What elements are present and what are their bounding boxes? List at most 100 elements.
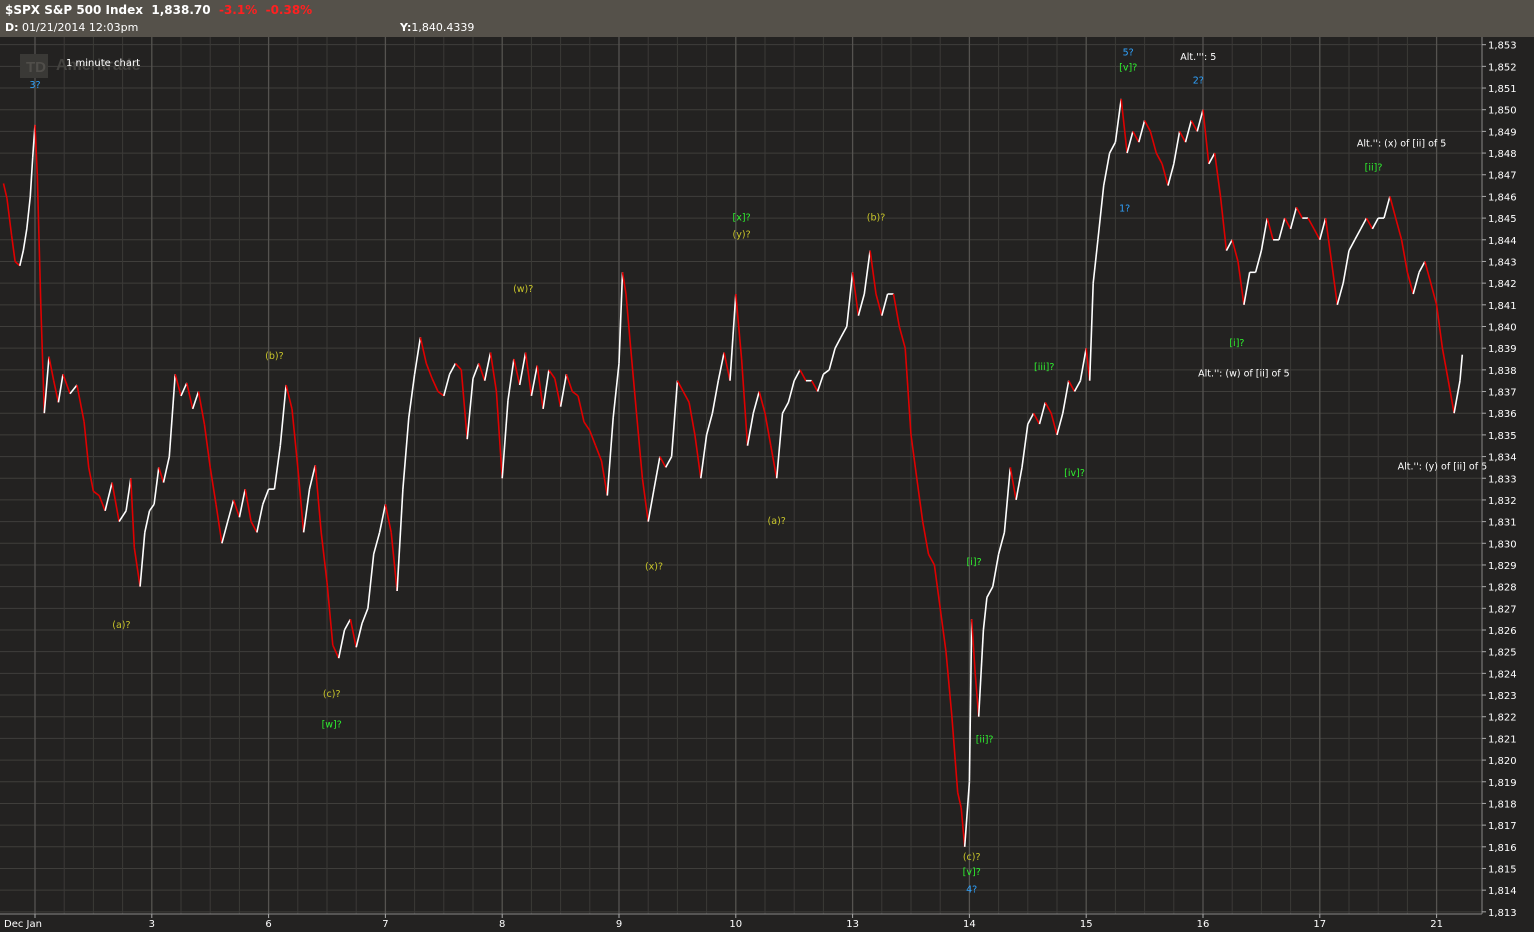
time-tick-label: 17 xyxy=(1313,919,1326,930)
price-tick-label: 1,838 xyxy=(1488,366,1517,377)
plot-background xyxy=(0,37,1534,932)
time-tick-label: 16 xyxy=(1197,919,1210,930)
time-tick-label: 8 xyxy=(499,919,505,930)
price-tick-label: 1,830 xyxy=(1488,539,1517,550)
price-tick-label: 1,840 xyxy=(1488,322,1517,333)
time-tick-label: 9 xyxy=(616,919,622,930)
price-tick-label: 1,821 xyxy=(1488,734,1517,745)
wave-label: (c)? xyxy=(323,689,341,700)
price-tick-label: 1,850 xyxy=(1488,106,1517,117)
price-tick-label: 1,823 xyxy=(1488,691,1517,702)
time-tick-label: 21 xyxy=(1430,919,1443,930)
price-tick-label: 1,851 xyxy=(1488,84,1517,95)
price-chart[interactable]: TD Ameritrade 1 minute chart 3?(a)?(b)?(… xyxy=(0,37,1534,932)
price-tick-label: 1,814 xyxy=(1488,886,1517,897)
date-value: 01/21/2014 12:03pm xyxy=(22,21,139,34)
price-tick-label: 1,846 xyxy=(1488,192,1517,203)
price-tick-label: 1,841 xyxy=(1488,301,1517,312)
symbol-name: S&P 500 Index xyxy=(44,3,144,17)
time-tick-label: 10 xyxy=(729,919,742,930)
wave-label: [ii]? xyxy=(976,735,994,746)
wave-label: Alt.'': (x) of [ii] of 5 xyxy=(1357,139,1447,150)
price-tick-label: 1,828 xyxy=(1488,583,1517,594)
wave-label: (w)? xyxy=(513,284,533,295)
wave-label: (c)? xyxy=(963,852,981,863)
wave-label: (b)? xyxy=(867,212,886,223)
price-tick-label: 1,853 xyxy=(1488,41,1517,52)
price-tick-label: 1,832 xyxy=(1488,496,1517,507)
percent-change: -0.38% xyxy=(265,3,313,17)
wave-label: Alt.'': (y) of [ii] of 5 xyxy=(1398,462,1488,473)
price-tick-label: 1,825 xyxy=(1488,648,1517,659)
price-tick-label: 1,837 xyxy=(1488,388,1517,399)
price-tick-label: 1,813 xyxy=(1488,908,1517,919)
price-tick-label: 1,819 xyxy=(1488,778,1517,789)
wave-label: 1? xyxy=(1119,204,1130,215)
time-axis-background xyxy=(0,914,1534,932)
wave-label: (a)? xyxy=(112,620,130,631)
price-tick-label: 1,822 xyxy=(1488,713,1517,724)
wave-label: [ii]? xyxy=(1365,162,1383,173)
price-tick-label: 1,835 xyxy=(1488,431,1517,442)
time-tick-label: 3 xyxy=(149,919,155,930)
price-tick-label: 1,844 xyxy=(1488,236,1517,247)
price-tick-label: 1,833 xyxy=(1488,474,1517,485)
price-tick-label: 1,818 xyxy=(1488,799,1517,810)
wave-label: [v]? xyxy=(963,867,981,878)
y-readout: Y:1,840.4339 xyxy=(400,21,474,34)
price-tick-label: 1,834 xyxy=(1488,453,1517,464)
price-tick-label: 1,827 xyxy=(1488,604,1517,615)
date-prefix: D: xyxy=(5,21,19,34)
price-tick-label: 1,826 xyxy=(1488,626,1517,637)
time-tick-label: 7 xyxy=(382,919,388,930)
wave-label: (b)? xyxy=(265,351,284,362)
net-change: -3.1% xyxy=(218,3,258,17)
time-tick-label: Dec Jan xyxy=(4,919,42,930)
symbol: $SPX xyxy=(5,3,41,17)
wave-label: [i]? xyxy=(967,557,982,568)
price-tick-label: 1,843 xyxy=(1488,257,1517,268)
price-tick-label: 1,816 xyxy=(1488,843,1517,854)
wave-label: Alt.''': 5 xyxy=(1180,52,1216,63)
price-tick-label: 1,831 xyxy=(1488,518,1517,529)
price-tick-label: 1,847 xyxy=(1488,171,1517,182)
wave-label: 5? xyxy=(1123,48,1134,59)
price-tick-label: 1,829 xyxy=(1488,561,1517,572)
price-tick-label: 1,815 xyxy=(1488,864,1517,875)
wave-label: [i]? xyxy=(1229,338,1244,349)
wave-label: [v]? xyxy=(1119,63,1137,74)
wave-label: 2? xyxy=(1193,76,1204,87)
wave-label: (y)? xyxy=(733,230,751,241)
wave-label: 3? xyxy=(29,80,40,91)
y-prefix: Y: xyxy=(400,21,412,34)
time-tick-label: 15 xyxy=(1080,919,1093,930)
price-tick-label: 1,852 xyxy=(1488,62,1517,73)
time-tick-label: 14 xyxy=(963,919,976,930)
chart-header: $SPX S&P 500 Index 1,838.70 -3.1% -0.38%… xyxy=(0,0,1534,37)
wave-label: (x)? xyxy=(645,561,663,572)
td-logo-text: TD xyxy=(26,59,46,76)
y-value: 1,840.4339 xyxy=(411,21,475,34)
wave-label: Alt.'': (w) of [ii] of 5 xyxy=(1198,368,1290,379)
time-tick-label: 13 xyxy=(846,919,859,930)
price-tick-label: 1,820 xyxy=(1488,756,1517,767)
price-tick-label: 1,845 xyxy=(1488,214,1517,225)
price-tick-label: 1,839 xyxy=(1488,344,1517,355)
wave-label: [iii]? xyxy=(1034,362,1054,373)
chart-window: $SPX S&P 500 Index 1,838.70 -3.1% -0.38%… xyxy=(0,0,1534,932)
wave-label: [w]? xyxy=(322,720,342,731)
wave-label: [x]? xyxy=(733,212,751,223)
price-tick-label: 1,842 xyxy=(1488,279,1517,290)
wave-label: (a)? xyxy=(768,516,786,527)
price-tick-label: 1,817 xyxy=(1488,821,1517,832)
price-tick-label: 1,836 xyxy=(1488,409,1517,420)
wave-label: [iv]? xyxy=(1064,468,1085,479)
price-tick-label: 1,848 xyxy=(1488,149,1517,160)
time-tick-label: 6 xyxy=(265,919,271,930)
price-tick-label: 1,824 xyxy=(1488,669,1517,680)
quote-line: $SPX S&P 500 Index 1,838.70 -3.1% -0.38% xyxy=(5,3,312,17)
chart-interval-label: 1 minute chart xyxy=(66,58,140,69)
date-readout: D: 01/21/2014 12:03pm xyxy=(5,21,138,34)
wave-label: 4? xyxy=(966,884,977,895)
price-tick-label: 1,849 xyxy=(1488,127,1517,138)
